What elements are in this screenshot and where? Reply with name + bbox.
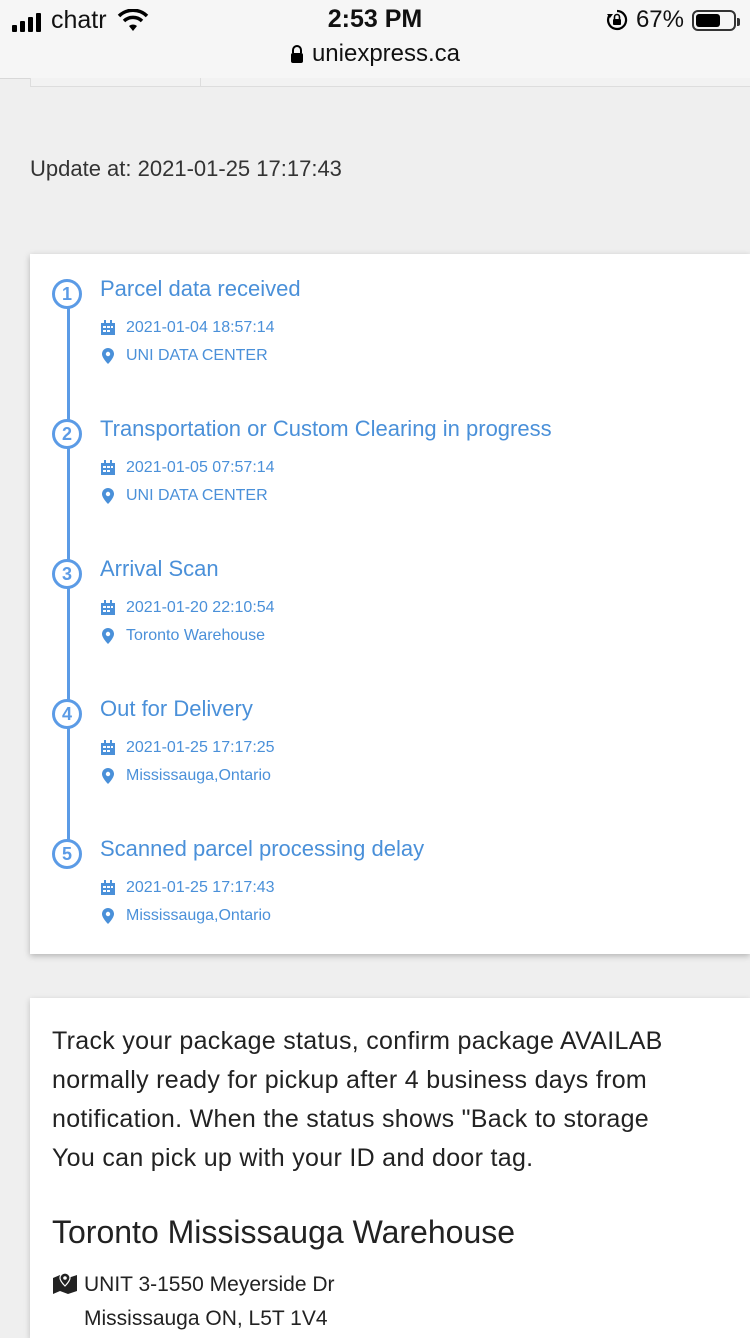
battery-tip [737,17,740,26]
map-marker-icon [53,1272,77,1294]
calendar-icon [101,460,115,475]
calendar-icon [101,740,115,755]
instruction-line: normally ready for pickup after 4 busine… [52,1066,648,1094]
tab-divider [200,78,201,86]
battery-fill [696,13,720,27]
status-right: 67% [606,6,740,34]
step-location-text: Mississauga,Ontario [126,907,271,924]
location-pin-icon [102,628,114,644]
step-date-text: 2021-01-05 07:57:14 [126,459,275,476]
step-date-text: 2021-01-04 18:57:14 [126,319,275,336]
step-number: 5 [52,839,82,869]
step-title: Out for Delivery [100,696,253,721]
location-pin-icon [102,908,114,924]
step-location: UNI DATA CENTER [100,487,268,505]
url-text: uniexpress.ca [311,40,461,67]
instruction-line: Track your package status, confirm packa… [52,1027,663,1055]
rotation-lock-icon [606,9,628,31]
location-pin-icon [102,768,114,784]
step-title: Arrival Scan [100,556,219,581]
battery-icon [692,9,740,31]
step-date: 2021-01-20 22:10:54 [100,599,275,617]
step-title: Scanned parcel processing delay [100,836,425,861]
step-date: 2021-01-05 07:57:14 [100,459,275,477]
step-location-text: Toronto Warehouse [126,627,266,644]
step-location: Mississauga,Ontario [100,907,271,925]
warehouse-address: UNIT 3-1550 Meyerside Dr Mississauga ON,… [52,1268,335,1336]
calendar-icon [101,600,115,615]
step-location: UNI DATA CENTER [100,347,268,365]
step-date: 2021-01-25 17:17:25 [100,739,275,757]
calendar-icon [101,880,115,895]
step-date: 2021-01-25 17:17:43 [100,879,275,897]
tab-bar-remnant [30,78,750,87]
step-date-text: 2021-01-25 17:17:43 [126,879,275,896]
battery-percent: 67% [635,6,684,33]
location-pin-icon [102,488,114,504]
step-location: Toronto Warehouse [100,627,265,645]
address-line-2: Mississauga ON, L5T 1V4 [84,1307,328,1330]
step-title: Parcel data received [100,276,301,301]
step-number: 2 [52,419,82,449]
warehouse-title: Toronto Mississauga Warehouse [52,1214,516,1250]
calendar-icon [101,320,115,335]
padlock-icon [290,45,303,63]
step-date: 2021-01-04 18:57:14 [100,319,275,337]
pickup-instructions: Track your package status, confirm packa… [52,1022,750,1178]
step-location-text: UNI DATA CENTER [126,347,268,364]
pickup-info-card: Track your package status, confirm packa… [30,998,750,1338]
url-bar[interactable]: uniexpress.ca [0,40,750,68]
step-location: Mississauga,Ontario [100,767,271,785]
step-title: Transportation or Custom Clearing in pro… [100,416,552,441]
address-line-1: UNIT 3-1550 Meyerside Dr [84,1273,335,1296]
step-date-text: 2021-01-25 17:17:25 [126,739,275,756]
step-number: 1 [52,279,82,309]
instruction-line: You can pick up with your ID and door ta… [52,1144,534,1172]
status-bar: chatr 2:53 PM 67% uniexpress.ca [0,0,750,79]
step-number: 4 [52,699,82,729]
step-number: 3 [52,559,82,589]
step-location-text: UNI DATA CENTER [126,487,268,504]
step-date-text: 2021-01-20 22:10:54 [126,599,275,616]
location-pin-icon [102,348,114,364]
instruction-line: notification. When the status shows "Bac… [52,1105,649,1133]
update-timestamp: Update at: 2021-01-25 17:17:43 [30,156,342,181]
step-location-text: Mississauga,Ontario [126,767,271,784]
